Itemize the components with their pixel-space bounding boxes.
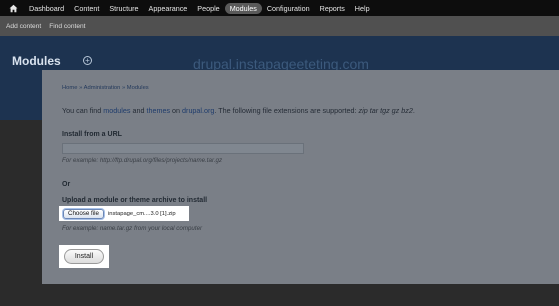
breadcrumb-modules[interactable]: Modules (127, 85, 149, 91)
toolbar-item-modules[interactable]: Modules (224, 2, 262, 14)
themes-link[interactable]: themes (146, 106, 170, 115)
choose-file-button[interactable]: Choose file (63, 208, 104, 219)
intro-text-part: on (170, 106, 183, 115)
toolbar-item-reports[interactable]: Reports (315, 3, 350, 14)
upload-description: For example: name.tar.gz from your local… (62, 225, 203, 232)
admin-toolbar: Dashboard Content Structure Appearance P… (0, 0, 559, 16)
main-content-panel: Home » Administration » Modules You can … (42, 70, 559, 284)
breadcrumb: Home » Administration » Modules (62, 85, 149, 91)
toolbar-item-structure[interactable]: Structure (104, 3, 143, 14)
intro-text-part: and (130, 106, 147, 115)
or-separator: Or (62, 181, 71, 188)
add-shortcut-icon[interactable]: + (83, 56, 92, 65)
intro-text-part: . The following file extensions are supp… (214, 106, 359, 115)
shortcut-add-content[interactable]: Add content (6, 23, 41, 30)
shortcuts-bar: Add content Find content (0, 16, 559, 36)
toolbar-item-dashboard[interactable]: Dashboard (24, 3, 69, 14)
page-title: Modules (12, 54, 61, 68)
install-button-highlight: Install (59, 245, 109, 268)
intro-text-part: You can find (62, 106, 104, 115)
toolbar-item-help[interactable]: Help (350, 3, 375, 14)
drupal-org-link[interactable]: drupal.org (182, 106, 214, 115)
shortcut-find-content[interactable]: Find content (49, 23, 85, 30)
file-upload-field: Choose file instapage_cm....3.0 [1].zip (59, 206, 189, 221)
toolbar-item-appearance[interactable]: Appearance (144, 3, 193, 14)
supported-extensions: zip tar tgz gz bz2 (358, 106, 413, 115)
intro-text-part: . (412, 106, 415, 115)
breadcrumb-home[interactable]: Home (62, 85, 77, 91)
install-url-input[interactable] (62, 143, 304, 154)
install-url-description: For example: http://ftp.drupal.org/files… (62, 157, 223, 164)
modules-link[interactable]: modules (103, 106, 130, 115)
install-url-label: Install from a URL (62, 131, 122, 138)
home-icon[interactable] (6, 0, 20, 16)
breadcrumb-administration[interactable]: Administration (84, 85, 121, 91)
intro-text: You can find modules and themes on drupa… (62, 106, 415, 115)
upload-archive-label: Upload a module or theme archive to inst… (62, 197, 208, 204)
install-button[interactable]: Install (64, 249, 104, 264)
toolbar-item-people[interactable]: People (192, 3, 224, 14)
toolbar-item-content[interactable]: Content (69, 3, 104, 14)
selected-file-name: instapage_cm....3.0 [1].zip (107, 210, 176, 217)
toolbar-item-configuration[interactable]: Configuration (262, 3, 315, 14)
